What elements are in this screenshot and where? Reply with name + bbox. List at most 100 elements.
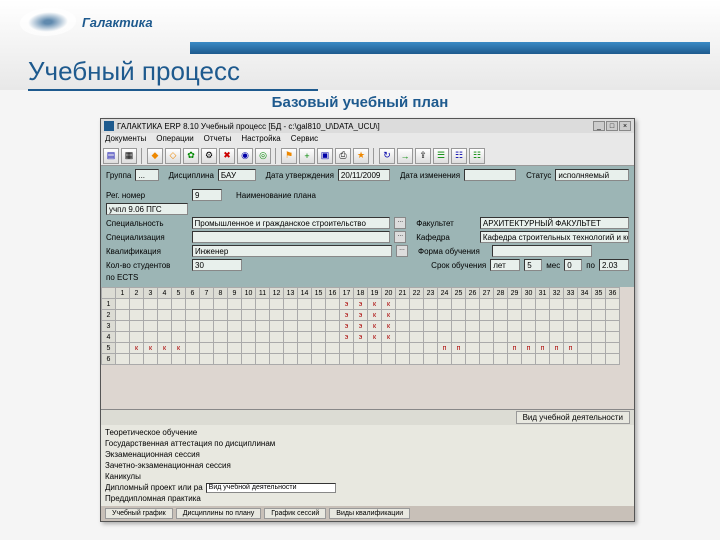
group-label: Группа <box>106 171 131 180</box>
slide-title: Учебный процесс <box>28 56 318 91</box>
splz-label: Специализация <box>106 233 188 242</box>
activity-item[interactable]: Зачетно-экзаменационная сессия <box>105 460 630 471</box>
spec-picker[interactable]: … <box>394 217 406 229</box>
form-input[interactable] <box>492 245 592 257</box>
activity-select-label: Дипломный проект или ра <box>105 482 203 493</box>
activity-item[interactable]: Теоретическое обучение <box>105 427 630 438</box>
date-input[interactable]: 20/11/2009 <box>338 169 390 181</box>
tool-orange2-icon[interactable]: ◇ <box>165 148 181 164</box>
date-label: Дата утверждения <box>266 171 334 180</box>
change-input[interactable] <box>464 169 516 181</box>
name-label: Наименование плана <box>236 191 316 200</box>
menu-operations[interactable]: Операции <box>156 134 193 145</box>
activity-list: Теоретическое обучение Государственная а… <box>101 425 634 506</box>
kaf-input[interactable]: Кафедра строительных технологий и конст. <box>480 231 629 243</box>
bottom-tabs: Учебный график Дисциплины по плану Графи… <box>101 506 634 521</box>
activity-item[interactable]: Государственная аттестация по дисциплина… <box>105 438 630 449</box>
disc-input[interactable]: БАУ <box>218 169 256 181</box>
term-mid: мес <box>546 261 560 270</box>
reg-label: Рег. номер <box>106 191 188 200</box>
tool-refresh-icon[interactable]: ↻ <box>379 148 395 164</box>
tool-list2-icon[interactable]: ☷ <box>451 148 467 164</box>
activity-item[interactable]: Преддипломная практика <box>105 493 630 504</box>
close-button[interactable]: × <box>619 121 631 131</box>
activity-select-input[interactable] <box>206 483 336 493</box>
term-end[interactable]: 2.03 <box>599 259 629 271</box>
tool-list3-icon[interactable]: ☷ <box>469 148 485 164</box>
titlebar-module: Учебный процесс <box>201 122 266 131</box>
titlebar[interactable]: ГАЛАКТИКА ERP 8.10 Учебный процесс [БД -… <box>101 119 634 133</box>
activities-panel: Вид учебной деятельности Теоретическое о… <box>101 409 634 506</box>
qual-input[interactable]: Инженер <box>192 245 392 257</box>
status-input[interactable]: исполняемый <box>555 169 629 181</box>
menu-documents[interactable]: Документы <box>105 134 146 145</box>
tab-disciplines[interactable]: Дисциплины по плану <box>176 508 261 519</box>
spec-input[interactable]: Промышленное и гражданское строительство <box>192 217 391 229</box>
term-n1[interactable]: 5 <box>524 259 542 271</box>
tab-schedule[interactable]: Учебный график <box>105 508 173 519</box>
toolbar: ▤ ▦ ◆ ◇ ✿ ⚙ ✖ ◉ ◎ ⚑ + ▣ ⎙ ★ ↻ → ⇪ ☰ ☷ ☷ <box>101 146 634 166</box>
spec-label: Специальность <box>106 219 188 228</box>
name-input[interactable]: учпл 9.06 ПГС <box>106 203 188 215</box>
tool-green2-icon[interactable]: ◎ <box>255 148 271 164</box>
tool-flag-icon[interactable]: ⚑ <box>281 148 297 164</box>
term-po: по <box>586 261 595 270</box>
tool-red-icon[interactable]: ✖ <box>219 148 235 164</box>
term-n2[interactable]: 0 <box>564 259 582 271</box>
fac-input[interactable]: АРХИТЕКТУРНЫЙ ФАКУЛЬТЕТ <box>480 217 629 229</box>
tool-print-icon[interactable]: ⎙ <box>335 148 351 164</box>
erp-window: ГАЛАКТИКА ERP 8.10 Учебный процесс [БД -… <box>100 118 635 522</box>
menubar: Документы Операции Отчеты Настройка Серв… <box>101 133 634 146</box>
schedule-grid[interactable]: 1234567891011121314151617181920212223242… <box>101 287 634 409</box>
menu-settings[interactable]: Настройка <box>241 134 280 145</box>
term-label: Срок обучения <box>431 261 486 270</box>
tool-list1-icon[interactable]: ☰ <box>433 148 449 164</box>
splz-input[interactable] <box>192 231 391 243</box>
tool-export-icon[interactable]: ⇪ <box>415 148 431 164</box>
tool-arrow-icon[interactable]: → <box>397 148 413 164</box>
tab-sessions[interactable]: График сессий <box>264 508 326 519</box>
qual-label: Квалификация <box>106 247 188 256</box>
menu-reports[interactable]: Отчеты <box>204 134 232 145</box>
header-accent <box>190 42 710 54</box>
tool-green1-icon[interactable]: ✿ <box>183 148 199 164</box>
main-form: Рег. номер 9 Наименование плана учпл 9.0… <box>101 186 634 287</box>
titlebar-ver: 8.10 <box>183 122 199 131</box>
group-input[interactable]: ... <box>135 169 158 181</box>
activity-item[interactable]: Экзаменационная сессия <box>105 449 630 460</box>
tool-plus-icon[interactable]: + <box>299 148 315 164</box>
change-label: Дата изменения <box>400 171 460 180</box>
tool-orange1-icon[interactable]: ◆ <box>147 148 163 164</box>
qual-picker[interactable]: … <box>396 245 408 257</box>
reg-input[interactable]: 9 <box>192 189 222 201</box>
brand-logo: Галактика <box>20 8 153 36</box>
splz-picker[interactable]: … <box>394 231 406 243</box>
fac-label: Факультет <box>416 219 476 228</box>
slide-subtitle: Базовый учебный план <box>0 94 720 111</box>
titlebar-app: ГАЛАКТИКА ERP <box>117 122 181 131</box>
term-years[interactable]: лет <box>490 259 520 271</box>
maximize-button[interactable]: □ <box>606 121 618 131</box>
minimize-button[interactable]: _ <box>593 121 605 131</box>
form-label: Форма обучения <box>418 247 488 256</box>
top-form: Группа ... Дисциплина БАУ Дата утвержден… <box>101 166 634 186</box>
disc-label: Дисциплина <box>169 171 214 180</box>
app-icon <box>104 121 114 131</box>
cnt-label: Кол-во студентов <box>106 261 188 270</box>
activity-type-button[interactable]: Вид учебной деятельности <box>516 411 630 424</box>
tab-qualifications[interactable]: Виды квалификации <box>329 508 410 519</box>
tool-star-icon[interactable]: ★ <box>353 148 369 164</box>
tool-gear-icon[interactable]: ⚙ <box>201 148 217 164</box>
ects-label: по ECTS <box>106 273 188 282</box>
logo-swirl-icon <box>18 8 79 36</box>
tool-doc-icon[interactable]: ▤ <box>103 148 119 164</box>
tool-stack-icon[interactable]: ▦ <box>121 148 137 164</box>
tool-blue1-icon[interactable]: ◉ <box>237 148 253 164</box>
menu-service[interactable]: Сервис <box>291 134 318 145</box>
cnt-input[interactable]: 30 <box>192 259 242 271</box>
kaf-label: Кафедра <box>416 233 476 242</box>
tool-book-icon[interactable]: ▣ <box>317 148 333 164</box>
status-label: Статус <box>526 171 551 180</box>
activity-item-select[interactable]: Дипломный проект или ра <box>105 482 630 493</box>
activity-item[interactable]: Каникулы <box>105 471 630 482</box>
